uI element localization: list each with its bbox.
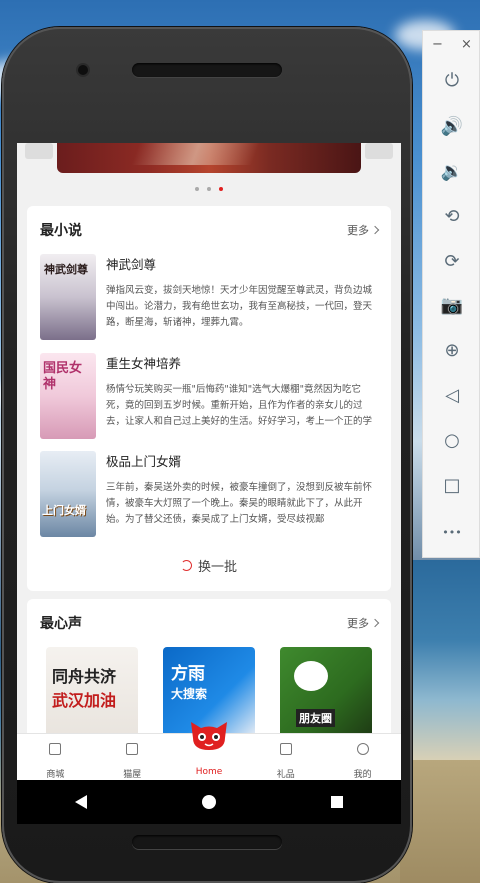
book-item[interactable]: 上门女婿 极品上门女婿 三年前，秦吴送外卖的时候，被豪车撞倒了，没想到反被车前怀… [40,451,378,537]
voice-item[interactable]: 朋友圈 [280,647,372,737]
tab-label: Home [195,767,223,777]
book-cover: 国民女神 [40,353,96,439]
chevron-right-icon [370,225,380,235]
overview-icon[interactable]: □ [441,474,463,496]
volume-down-icon[interactable]: 🔉 [441,160,463,182]
carousel-dot[interactable] [195,187,199,191]
front-camera [78,65,88,75]
tab-mine[interactable]: 我的 [324,734,401,780]
cover-title: 上门女婿 [42,504,86,517]
book-title: 神武剑尊 [106,257,157,272]
rotate-right-icon[interactable]: ⟳ [441,250,463,272]
book-cover: 神武剑尊 [40,254,96,340]
bottom-speaker [132,835,282,849]
banner-prev-peek [25,143,53,159]
section-title: 最心声 [40,616,82,632]
top-speaker [132,63,282,77]
banner-image[interactable] [57,143,361,173]
voice-item[interactable]: 同舟共济 武汉加油 [46,647,138,737]
book-title: 极品上门女婿 [106,454,182,469]
minimize-button[interactable]: − [432,37,443,52]
voice-line1: 同舟共济 [52,667,117,686]
banner-next-peek [365,143,393,159]
nav-back-icon[interactable] [74,795,87,809]
android-nav-bar [17,780,401,824]
nav-recents-icon[interactable] [331,796,344,808]
more-label: 更多 [347,224,369,237]
home-icon[interactable]: ○ [441,429,463,451]
nav-home-icon[interactable] [201,795,216,809]
gift-icon [279,743,292,755]
panel-window-controls: − × [423,37,480,52]
voice-line2: 大搜索 [171,687,208,701]
phone-frame: 最小说 更多 神武剑尊 神武剑尊 弹指风云变，拔剑天地惊！天才少年因觉醒至尊武灵… [2,27,412,883]
book-item[interactable]: 国民女神 重生女神培养 杨情兮玩笑购买一瓶"后悔药"谁知"选气大爆棚"竟然因为吃… [40,353,378,439]
novels-header: 最小说 更多 [40,218,380,242]
more-link[interactable]: 更多 [347,222,380,238]
book-title: 重生女神培养 [106,356,182,371]
close-button[interactable]: × [461,37,472,52]
wallpaper-sea [400,560,480,760]
tab-label: 礼品 [276,770,295,780]
cat-logo-icon [190,722,227,750]
rotate-left-icon[interactable]: ⟲ [441,205,463,227]
bottom-tab-bar: 商城 猫屋 Home 礼品 我的 [17,722,401,780]
emulator-panel: − × ⏻ 🔊 🔉 ⟲ ⟳ 📷 ⊕ ◁ ○ □ ••• [422,30,480,558]
book-item[interactable]: 神武剑尊 神武剑尊 弹指风云变，拔剑天地惊！天才少年因觉醒至尊武灵，背负边城中闯… [40,254,378,340]
tab-home[interactable]: Home [171,722,248,780]
tab-label: 猫屋 [123,770,142,780]
tab-label: 商城 [46,770,65,780]
section-title: 最小说 [40,223,82,239]
app-screen: 最小说 更多 神武剑尊 神武剑尊 弹指风云变，拔剑天地惊！天才少年因觉醒至尊武灵… [17,143,401,824]
banner-carousel[interactable] [17,143,401,176]
novels-card: 最小说 更多 神武剑尊 神武剑尊 弹指风云变，拔剑天地惊！天才少年因觉醒至尊武灵… [27,206,391,591]
cover-title: 神武剑尊 [44,263,88,276]
user-icon [356,743,369,755]
more-icon[interactable]: ••• [441,521,463,543]
more-link[interactable]: 更多 [347,615,380,631]
more-label: 更多 [347,617,369,630]
refresh-batch-button[interactable]: 换一批 [27,556,391,575]
mall-icon [49,743,62,755]
cover-title: 国民女神 [43,361,83,392]
voice-line1: 方雨 [171,664,205,684]
book-description: 杨情兮玩笑购买一瓶"后悔药"谁知"选气大爆棚"竟然因为吃它死，竟的回到五岁时候。… [106,384,373,427]
back-icon[interactable]: ◁ [441,384,463,406]
wechat-icon [294,661,328,691]
carousel-dot-active[interactable] [219,187,223,191]
book-description: 三年前，秦吴送外卖的时候，被豪车撞倒了，没想到反被车前怀情，被豪车大灯照了一个晚… [106,482,373,525]
refresh-icon [180,560,192,571]
carousel-dots [17,187,401,191]
book-description: 弹指风云变，拔剑天地惊！天才少年因觉醒至尊武灵，背负边城中闯出。论潜力，我有绝世… [106,285,373,328]
refresh-label: 换一批 [197,560,237,575]
tab-label: 我的 [353,770,372,780]
carousel-dot[interactable] [207,187,211,191]
voice-line2: 武汉加油 [52,691,117,710]
cat-house-icon [126,743,139,755]
camera-icon[interactable]: 📷 [441,294,463,316]
power-icon[interactable]: ⏻ [441,69,463,91]
tab-gifts[interactable]: 礼品 [247,734,324,780]
volume-up-icon[interactable]: 🔊 [441,115,463,137]
tab-mall[interactable]: 商城 [17,734,94,780]
tab-cat-house[interactable]: 猫屋 [94,734,171,780]
wallpaper-sand [400,760,480,883]
voices-header: 最心声 更多 [40,611,380,635]
zoom-icon[interactable]: ⊕ [441,339,463,361]
book-cover: 上门女婿 [40,451,96,537]
voice-line1: 朋友圈 [296,709,335,727]
chevron-right-icon [370,618,380,628]
